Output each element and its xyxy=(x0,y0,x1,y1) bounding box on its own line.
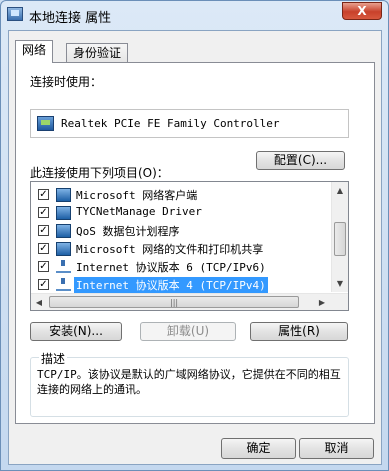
protocol-icon xyxy=(56,260,71,273)
items-label: 此连接使用下列项目(O)： xyxy=(30,166,169,180)
components-list[interactable]: ✓ Microsoft 网络客户端 ✓ TYCNetManage Driver ✓ QoS… xyxy=(30,181,349,311)
title-bar[interactable]: 本地连接 属性 X xyxy=(1,1,388,29)
properties-button[interactable]: 属性(R) xyxy=(250,322,348,341)
item-label: QoS 数据包计划程序 xyxy=(76,225,180,238)
list-item[interactable]: ✓ Internet 协议版本 6 (TCP/IPv6) xyxy=(31,258,331,276)
network-service-icon xyxy=(56,206,71,220)
description-group: 描述 TCP/IP。该协议是默认的广域网络协议，它提供在不同的相互连接的网络上的… xyxy=(30,350,349,417)
list-item[interactable]: ✓ Microsoft 网络客户端 xyxy=(31,186,331,204)
list-item[interactable]: ✓ TYCNetManage Driver xyxy=(31,204,331,222)
item-label: Microsoft 网络的文件和打印机共享 xyxy=(76,243,264,256)
scroll-right-icon[interactable]: ▶ xyxy=(314,294,330,310)
properties-window: 本地连接 属性 X 网络 身份验证 连接时使用： Realtek PCIe FE… xyxy=(0,0,389,471)
network-tab-panel: 连接时使用： Realtek PCIe FE Family Controller… xyxy=(15,62,375,424)
uninstall-button[interactable]: 卸载(U) xyxy=(140,322,236,341)
adapter-field: Realtek PCIe FE Family Controller xyxy=(30,109,349,138)
tab-authentication[interactable]: 身份验证 xyxy=(66,43,129,63)
cancel-button[interactable]: 取消 xyxy=(299,438,374,459)
connect-using-label: 连接时使用： xyxy=(30,75,103,89)
network-connection-icon xyxy=(7,7,23,21)
description-title: 描述 xyxy=(39,350,68,367)
vertical-scrollbar[interactable]: ▲ ▼ xyxy=(331,182,348,292)
dialog-body: 网络 身份验证 连接时使用： Realtek PCIe FE Family Co… xyxy=(8,30,382,465)
ok-button[interactable]: 确定 xyxy=(221,438,296,459)
install-button[interactable]: 安装(N)... xyxy=(30,322,122,341)
description-text: TCP/IP。该协议是默认的广域网络协议，它提供在不同的相互连接的网络上的通讯。 xyxy=(37,368,341,396)
item-label: Internet 协议版本 6 (TCP/IPv6) xyxy=(76,261,266,274)
adapter-name: Realtek PCIe FE Family Controller xyxy=(61,117,280,130)
item-label: TYCNetManage Driver xyxy=(76,205,202,218)
window-title: 本地连接 属性 xyxy=(29,11,112,26)
horizontal-scrollbar[interactable]: ◀ ||| ▶ xyxy=(31,293,348,310)
item-label: Microsoft 网络客户端 xyxy=(76,189,198,202)
item-checkbox[interactable]: ✓ xyxy=(38,261,49,272)
item-checkbox[interactable]: ✓ xyxy=(38,279,49,290)
list-item[interactable]: ✓ QoS 数据包计划程序 xyxy=(31,222,331,240)
network-service-icon xyxy=(56,224,71,238)
vertical-scroll-thumb[interactable] xyxy=(334,222,346,256)
item-checkbox[interactable]: ✓ xyxy=(38,243,49,254)
item-label: Internet 协议版本 4 (TCP/IPv4) xyxy=(74,277,268,293)
list-item[interactable]: ✓ Internet 协议版本 4 (TCP/IPv4) xyxy=(31,276,331,294)
configure-button[interactable]: 配置(C)... xyxy=(256,151,345,170)
item-checkbox[interactable]: ✓ xyxy=(38,207,49,218)
protocol-icon xyxy=(56,278,71,291)
scroll-left-icon[interactable]: ◀ xyxy=(31,294,47,310)
list-item[interactable]: ✓ Microsoft 网络的文件和打印机共享 xyxy=(31,240,331,258)
close-button[interactable]: X xyxy=(342,2,382,20)
network-adapter-icon xyxy=(37,116,54,131)
network-client-icon xyxy=(56,188,71,202)
item-checkbox[interactable]: ✓ xyxy=(38,225,49,236)
scroll-up-icon[interactable]: ▲ xyxy=(332,182,348,199)
scroll-down-icon[interactable]: ▼ xyxy=(332,275,348,292)
network-service-icon xyxy=(56,242,71,256)
scroll-grip-icon: ||| xyxy=(170,298,179,307)
item-checkbox[interactable]: ✓ xyxy=(38,189,49,200)
tab-network[interactable]: 网络 xyxy=(15,40,54,63)
horizontal-scroll-thumb[interactable]: ||| xyxy=(49,296,299,308)
